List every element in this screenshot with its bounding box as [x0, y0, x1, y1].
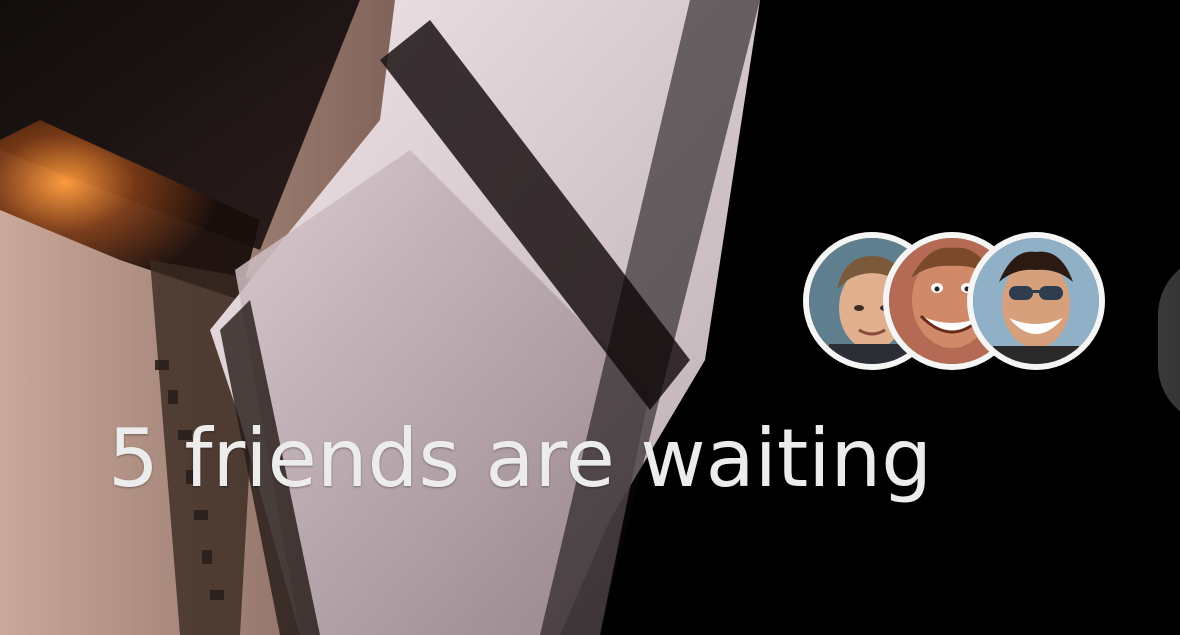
friend-avatar-3: [967, 232, 1105, 370]
friends-waiting-headline: 5 friends are waiting: [108, 412, 932, 505]
video-screen: 5 friends are waiting: [0, 0, 1180, 635]
friends-avatar-stack[interactable]: [803, 232, 1107, 370]
